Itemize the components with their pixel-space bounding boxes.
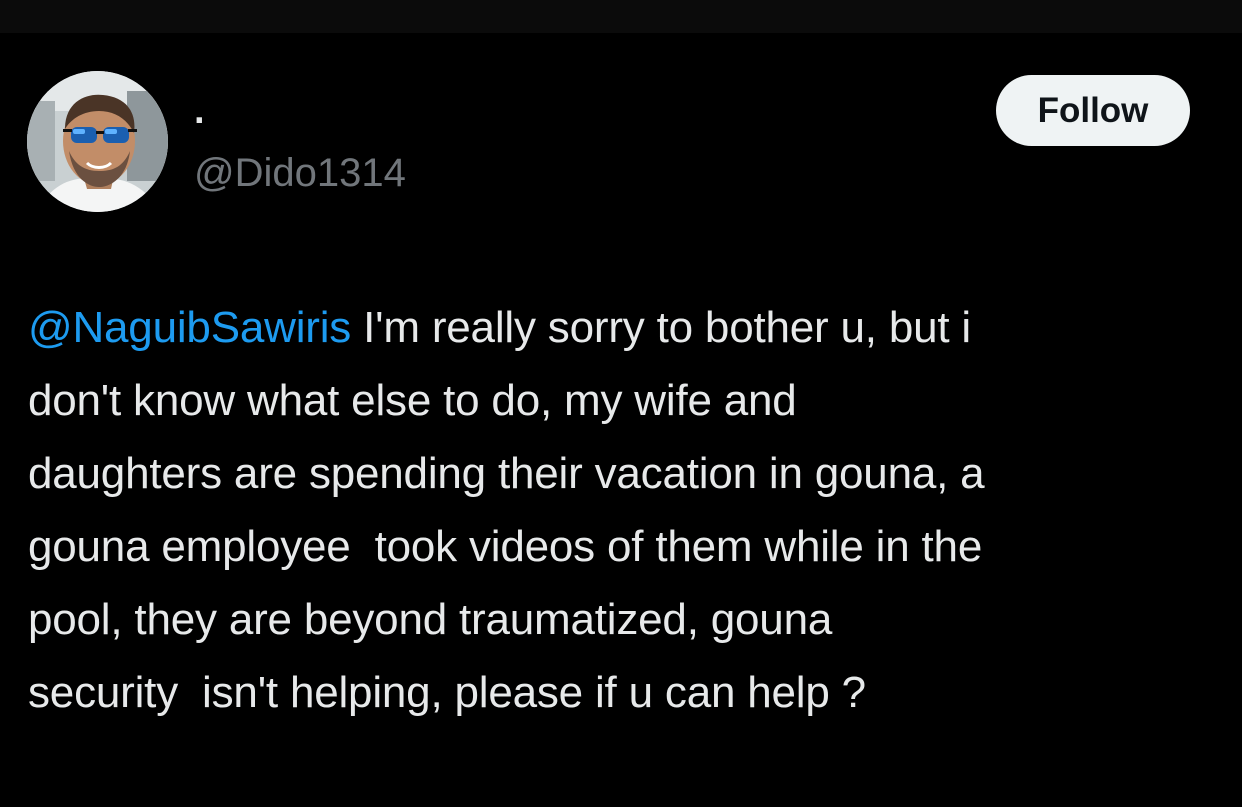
- top-bar: [0, 0, 1242, 33]
- tweet-body: I'm really sorry to bother u, but i don'…: [28, 303, 985, 717]
- avatar[interactable]: [27, 71, 168, 212]
- tweet-card: · @Dido1314 Follow @NaguibSawiris I'm re…: [0, 33, 1242, 807]
- mention-link[interactable]: @NaguibSawiris: [28, 303, 351, 352]
- author-handle[interactable]: @Dido1314: [194, 149, 406, 197]
- follow-button[interactable]: Follow: [996, 75, 1190, 146]
- profile-photo-icon: [27, 71, 168, 212]
- author-display-name[interactable]: ·: [194, 99, 207, 143]
- tweet-text: @NaguibSawiris I'm really sorry to bothe…: [28, 291, 1223, 729]
